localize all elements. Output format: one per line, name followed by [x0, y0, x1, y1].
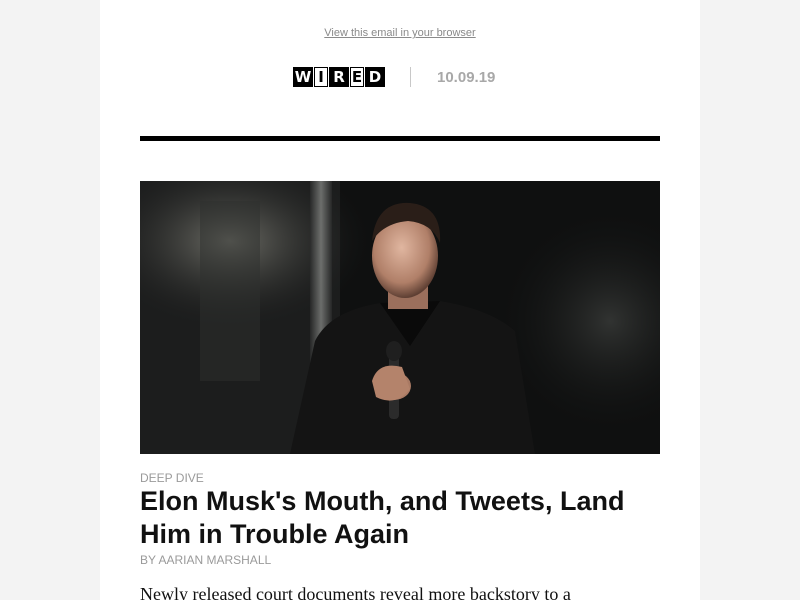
issue-date: 10.09.19 — [437, 68, 496, 86]
article-headline-text[interactable]: Elon Musk's Mouth, and Tweets, Land Him … — [140, 486, 624, 549]
masthead-divider — [410, 67, 411, 87]
email-container: View this email in your browser W I R E … — [100, 0, 700, 600]
logo-letter-w: W — [293, 67, 313, 87]
logo-letter-r: R — [329, 67, 349, 87]
article-dek: Newly released court documents reveal mo… — [140, 584, 571, 600]
hero-image[interactable] — [140, 181, 660, 454]
wired-logo[interactable]: W I R E D — [293, 67, 385, 87]
logo-letter-e: E — [350, 67, 364, 87]
article-headline[interactable]: Elon Musk's Mouth, and Tweets, Land Him … — [140, 485, 665, 551]
article-kicker: DEEP DIVE — [140, 471, 204, 485]
hero-photo-illustration — [140, 181, 660, 454]
masthead: W I R E D 10.09.19 — [293, 66, 495, 88]
header-rule — [140, 136, 660, 141]
view-in-browser-link[interactable]: View this email in your browser — [324, 27, 475, 39]
view-in-browser-row: View this email in your browser — [100, 27, 700, 39]
article-byline: BY AARIAN MARSHALL — [140, 553, 272, 567]
logo-letter-i: I — [314, 67, 328, 87]
logo-letter-d: D — [365, 67, 385, 87]
